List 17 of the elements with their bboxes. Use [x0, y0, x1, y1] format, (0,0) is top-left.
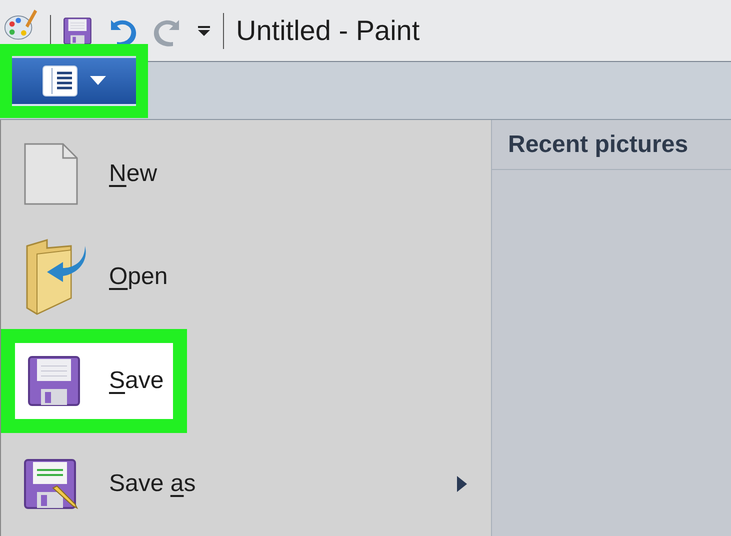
menu-item-label: Save [109, 366, 164, 396]
menu-icon [42, 65, 78, 97]
menu-item-label: New [109, 158, 158, 189]
menu-item[interactable]: Save [15, 342, 173, 419]
menu-item[interactable]: New [1, 122, 491, 226]
panel-title: Recent pictures [508, 130, 688, 160]
save-icon [63, 16, 93, 46]
caret-icon [90, 76, 106, 86]
dropdown-icon[interactable] [197, 24, 211, 38]
menu-item[interactable]: Save as [1, 432, 491, 536]
file-menu-button[interactable] [12, 56, 136, 106]
floppy-pencil-icon [23, 458, 79, 510]
blank-page-icon [23, 142, 79, 206]
window-title: Untitled - Paint [236, 14, 420, 48]
menu-item-label: Save as [109, 469, 196, 500]
menu-item[interactable]: Open [1, 225, 491, 329]
menu-item-label: Open [109, 262, 168, 292]
